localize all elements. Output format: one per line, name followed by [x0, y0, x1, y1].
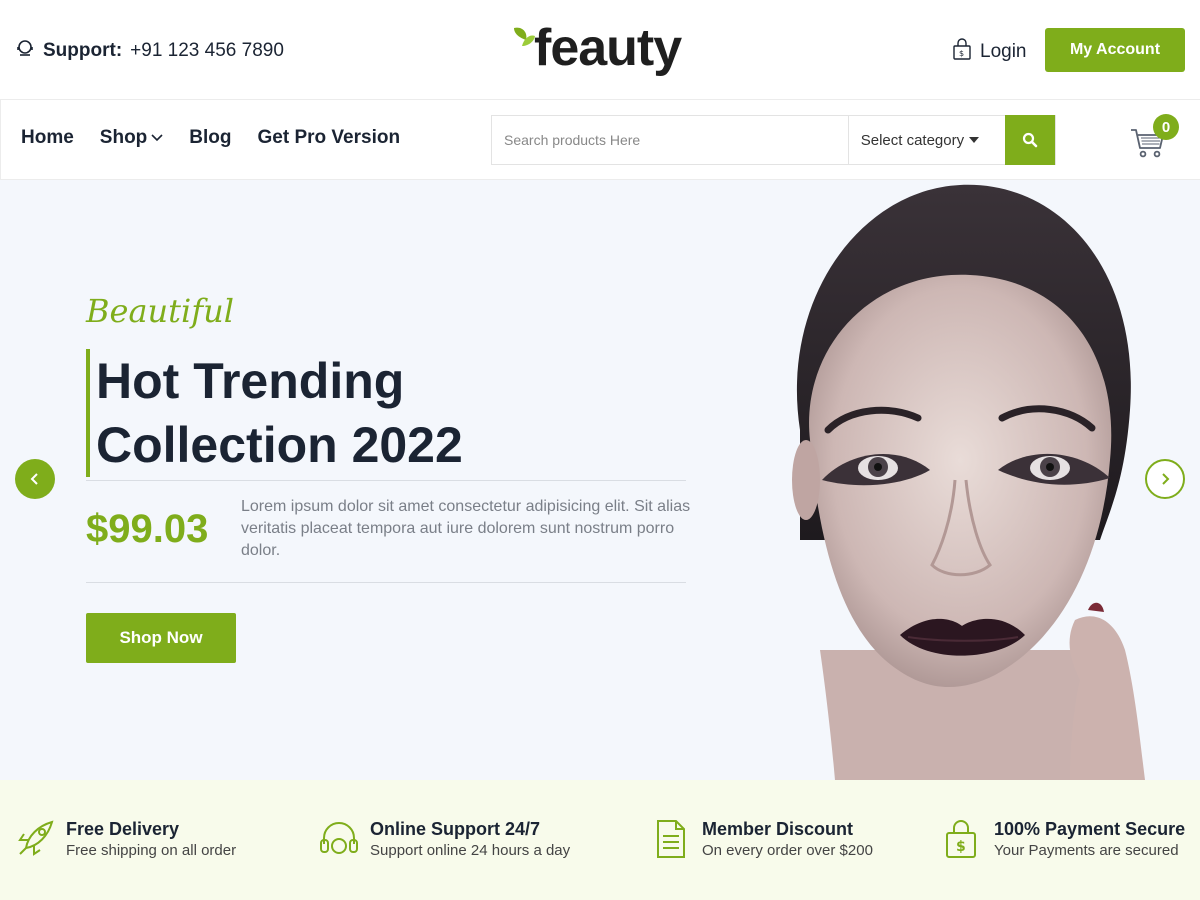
caret-down-icon — [969, 137, 980, 143]
feature-item: Online Support 24/7 Support online 24 ho… — [318, 818, 570, 862]
top-header: Support: +91 123 456 7890 feauty $ Login… — [0, 0, 1200, 100]
my-account-button[interactable]: My Account — [1045, 28, 1185, 72]
search-button[interactable] — [1005, 115, 1055, 165]
main-nav: Home Shop Blog Get Pro Version — [21, 127, 400, 149]
support-icon — [15, 38, 35, 64]
shop-now-button[interactable]: Shop Now — [86, 613, 236, 663]
support-number[interactable]: +91 123 456 7890 — [130, 40, 284, 62]
search-input[interactable] — [492, 116, 848, 164]
feature-subtitle: Your Payments are secured — [994, 842, 1179, 859]
chevron-right-icon — [1162, 473, 1170, 485]
hero-description: Lorem ipsum dolor sit amet consectetur a… — [241, 498, 691, 559]
hero-script-text: Beautiful — [86, 292, 234, 330]
nav-item-label: Blog — [189, 127, 232, 148]
feature-item: Member Discount On every order over $200 — [650, 818, 873, 862]
nav-item-shop[interactable]: Shop — [100, 127, 164, 149]
feature-title: Free Delivery — [66, 819, 180, 839]
nav-item-label: Shop — [99, 127, 148, 148]
category-select-label: Select category — [860, 131, 965, 149]
leaf-logo-icon — [514, 27, 535, 46]
logo-text: feauty — [534, 19, 682, 77]
lock-bag-icon: $ — [952, 38, 972, 66]
feature-subtitle: Free shipping on all order — [66, 842, 237, 859]
login-link[interactable]: $ Login — [952, 38, 1027, 66]
svg-text:$: $ — [959, 49, 964, 58]
nav-item-label: Home — [21, 127, 74, 148]
hero-title: Hot Trending Collection 2022 — [86, 349, 686, 477]
headset-icon — [320, 822, 358, 854]
hero-divider — [86, 582, 686, 583]
search-icon — [1022, 132, 1038, 148]
cart-count-badge: 0 — [1153, 114, 1179, 140]
site-logo[interactable]: feauty — [512, 19, 682, 77]
nav-item-get-pro[interactable]: Get Pro Version — [258, 127, 401, 149]
cart-button[interactable]: 0 — [1129, 114, 1179, 164]
document-icon — [657, 820, 685, 858]
features-bar: Free Delivery Free shipping on all order… — [0, 780, 1200, 900]
secure-bag-icon: $ — [946, 820, 976, 858]
chevron-left-icon — [30, 473, 38, 485]
login-label: Login — [980, 41, 1027, 62]
rocket-icon — [18, 820, 54, 856]
hero-title-line2: Collection 2022 — [96, 417, 463, 473]
main-navbar: Home Shop Blog Get Pro Version Select ca… — [0, 100, 1200, 180]
slider-prev-button[interactable] — [15, 459, 55, 499]
hero-divider — [86, 480, 686, 481]
support-label: Support: — [43, 40, 123, 61]
nav-item-label: Get Pro Version — [257, 127, 401, 148]
feature-title: 100% Payment Secure — [994, 819, 1186, 839]
svg-text:$: $ — [956, 839, 966, 855]
chevron-down-icon — [151, 134, 163, 142]
hero-model-image — [792, 184, 1145, 780]
slider-next-button[interactable] — [1145, 459, 1185, 499]
feature-item: $ 100% Payment Secure Your Payments are … — [942, 818, 1185, 862]
feature-title: Online Support 24/7 — [370, 819, 541, 839]
nav-item-home[interactable]: Home — [21, 127, 74, 149]
hero-title-line1: Hot Trending — [96, 353, 405, 409]
support-contact: Support: +91 123 456 7890 — [15, 38, 284, 64]
feature-subtitle: On every order over $200 — [702, 842, 873, 859]
feature-item: Free Delivery Free shipping on all order — [14, 818, 236, 862]
hero-slider: Beautiful Hot Trending Collection 2022 $… — [0, 180, 1200, 780]
nav-item-blog[interactable]: Blog — [189, 127, 231, 149]
feature-subtitle: Support online 24 hours a day — [370, 842, 571, 859]
product-search: Select category — [491, 115, 1056, 165]
category-select[interactable]: Select category — [847, 116, 1006, 164]
hero-price: $99.03 — [86, 507, 209, 551]
feature-title: Member Discount — [702, 819, 854, 839]
